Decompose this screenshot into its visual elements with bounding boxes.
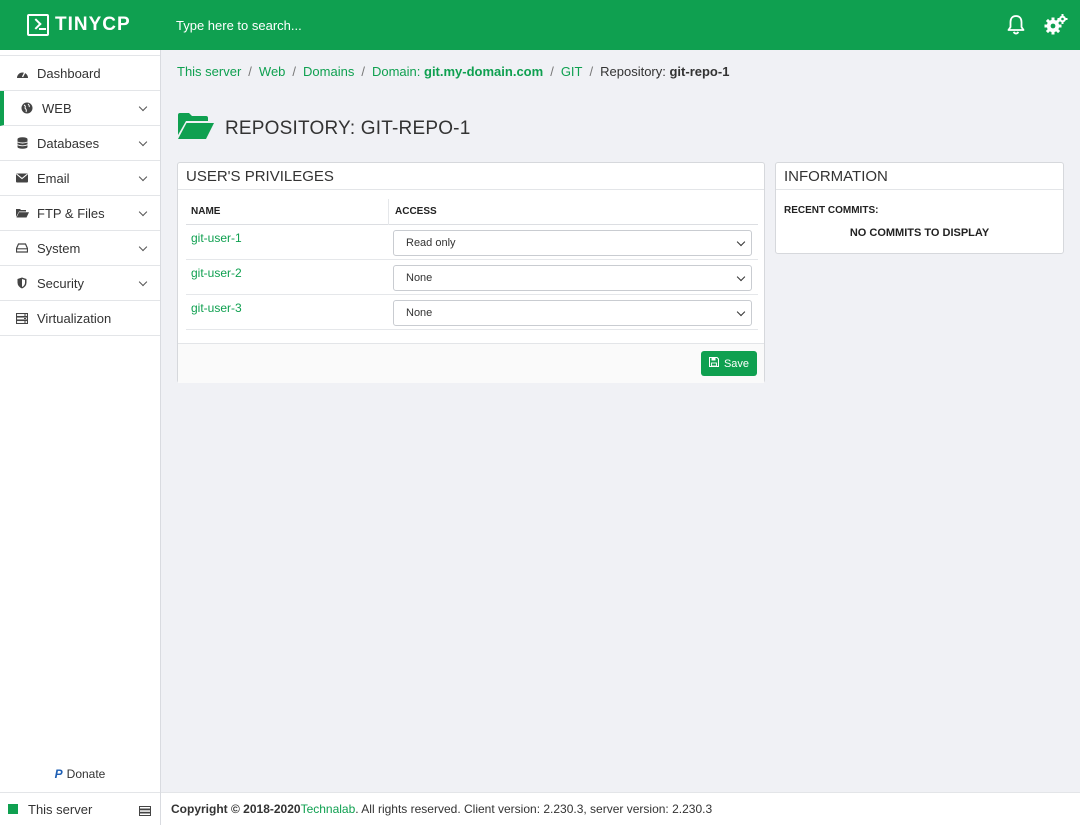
logo-text: TINYCP (55, 14, 131, 35)
breadcrumb-separator: / (292, 64, 297, 79)
no-commits-message: NO COMMITS TO DISPLAY (849, 227, 990, 239)
chevron-down-icon (138, 207, 148, 217)
floppy-disk-icon (708, 356, 720, 370)
column-name: NAME (186, 198, 389, 225)
privileges-footer: Save (178, 343, 764, 383)
information-panel: INFORMATION RECENT COMMITS: NO COMMITS T… (775, 162, 1064, 254)
chevron-down-icon (138, 172, 148, 182)
breadcrumb-separator: / (589, 64, 594, 79)
sidebar-item-label: Databases (37, 135, 100, 151)
breadcrumb-web[interactable]: Web (259, 64, 286, 79)
page-title-text: REPOSITORY: GIT-REPO-1 (225, 118, 471, 139)
access-select-value: None (406, 307, 433, 319)
sidebar-item-web[interactable]: WEB (0, 91, 160, 126)
user-name-link[interactable]: git-user-1 (191, 231, 242, 245)
sidebar-item-virtualization[interactable]: Virtualization (0, 301, 160, 336)
breadcrumb-separator: / (550, 64, 554, 79)
folder-open-icon (178, 113, 214, 145)
breadcrumb-this-server[interactable]: This server (177, 64, 241, 79)
drive-icon (15, 241, 29, 255)
status-indicator (8, 804, 18, 814)
sidebar-item-label: System (37, 240, 81, 256)
breadcrumb-domain[interactable]: Domain: git.my-domain.com (372, 64, 543, 79)
breadcrumb-git[interactable]: GIT (561, 64, 583, 79)
bell-icon[interactable] (1006, 14, 1026, 36)
table-row: git-user-3 None (186, 295, 758, 330)
paypal-icon: P (54, 767, 63, 781)
breadcrumb-current: git-repo-1 (669, 64, 730, 79)
version-text: . All rights reserved. Client version: 2… (355, 802, 713, 816)
sidebar-item-label: FTP & Files (37, 205, 105, 221)
access-select[interactable]: None (393, 265, 752, 291)
top-bar: TINYCP Type here to search... (0, 0, 1080, 50)
folder-open-icon (15, 206, 29, 220)
sidebar-item-system[interactable]: System (0, 231, 160, 266)
sidebar-item-dashboard[interactable]: Dashboard (0, 56, 160, 91)
access-select[interactable]: None (393, 300, 752, 326)
sidebar-item-label: Security (37, 275, 84, 291)
logo[interactable]: TINYCP (0, 0, 160, 50)
sidebar-item-label: Virtualization (37, 310, 112, 326)
breadcrumb-domains[interactable]: Domains (303, 64, 354, 79)
sidebar-item-email[interactable]: Email (0, 161, 160, 196)
server-name: This server (28, 801, 93, 817)
sidebar-item-ftp-files[interactable]: FTP & Files (0, 196, 160, 231)
save-label: Save (723, 357, 750, 370)
user-name-link[interactable]: git-user-3 (191, 301, 242, 315)
breadcrumb-domain-prefix: Domain: (371, 64, 424, 79)
access-select[interactable]: Read only (393, 230, 752, 256)
breadcrumb-separator: / (361, 64, 365, 79)
access-select-value: None (406, 272, 433, 284)
sidebar-item-security[interactable]: Security (0, 266, 160, 301)
sidebar-nav: Dashboard WEB Databases Email FTP & File… (0, 55, 160, 336)
breadcrumb-current-prefix: Repository: (600, 64, 670, 79)
chevron-down-icon (138, 102, 148, 112)
chevron-down-icon (736, 237, 746, 247)
sidebar-item-label: Dashboard (37, 65, 101, 81)
access-select-value: Read only (406, 237, 456, 249)
server-selector[interactable]: This server (0, 792, 160, 825)
database-icon (15, 136, 29, 150)
sidebar-item-databases[interactable]: Databases (0, 126, 160, 161)
chevron-down-icon (736, 272, 746, 282)
sidebar: Dashboard WEB Databases Email FTP & File… (0, 50, 161, 825)
table-row: git-user-2 None (186, 260, 758, 295)
terminal-icon (27, 14, 49, 36)
chevron-down-icon (138, 277, 148, 287)
recent-commits-label: RECENT COMMITS: (784, 205, 879, 216)
server-icon (15, 311, 29, 325)
envelope-icon (15, 171, 29, 185)
privileges-table: NAME ACCESS git-user-1 Read only git-use… (186, 198, 758, 330)
chevron-down-icon (138, 137, 148, 147)
chevron-down-icon (138, 242, 148, 252)
globe-icon (20, 101, 34, 115)
save-button[interactable]: Save (701, 351, 757, 376)
breadcrumb: This server / Web / Domains / Domain: git.my-d… (177, 64, 729, 79)
privileges-panel: USER'S PRIVILEGES NAME ACCESS git-user-1… (177, 162, 765, 383)
breadcrumb-separator: / (248, 64, 252, 79)
column-access: ACCESS (395, 206, 437, 217)
footer: Copyright © 2018-2020 Technalab. All rig… (161, 792, 1080, 825)
donate-label: Donate (66, 767, 106, 781)
table-header: NAME ACCESS (186, 198, 758, 225)
information-title: INFORMATION (776, 163, 1063, 190)
user-name-link[interactable]: git-user-2 (191, 266, 242, 280)
search-input[interactable]: Type here to search... (176, 18, 302, 33)
chevron-down-icon (736, 307, 746, 317)
shield-icon (15, 276, 29, 290)
donate-link[interactable]: P Donate (0, 767, 160, 781)
privileges-title: USER'S PRIVILEGES (178, 163, 764, 190)
server-list-icon[interactable] (139, 804, 151, 819)
top-icons (1006, 0, 1068, 50)
dashboard-icon (15, 66, 29, 80)
sidebar-item-label: Email (37, 170, 70, 186)
table-row: git-user-1 Read only (186, 225, 758, 260)
breadcrumb-domain-name: git.my-domain.com (424, 64, 544, 79)
page-title: REPOSITORY: GIT-REPO-1 (178, 113, 470, 145)
copyright-text: Copyright © 2018-2020 (171, 802, 301, 816)
sidebar-item-label: WEB (42, 100, 72, 116)
company-link[interactable]: Technalab (301, 802, 356, 816)
gears-icon[interactable] (1044, 14, 1068, 36)
